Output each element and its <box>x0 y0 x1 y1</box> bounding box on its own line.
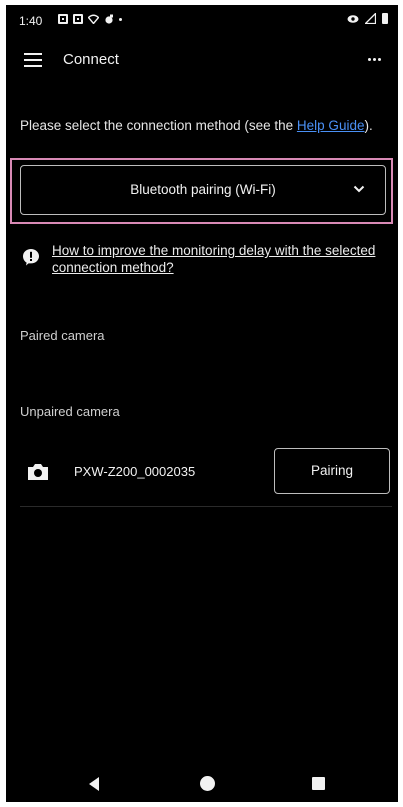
app-bar: Connect <box>6 39 398 83</box>
list-divider <box>20 506 392 507</box>
phone-screen: 1:40 Connect Please select the connectio… <box>6 5 398 802</box>
chevron-down-icon <box>353 185 365 193</box>
eye-icon <box>347 14 359 23</box>
system-navigation-bar <box>6 768 398 802</box>
unpaired-camera-heading: Unpaired camera <box>20 404 120 419</box>
notification-icons <box>58 14 122 24</box>
hamburger-menu-icon[interactable] <box>24 53 42 67</box>
recents-square-icon[interactable] <box>312 777 325 790</box>
page-title: Connect <box>63 51 119 68</box>
status-time: 1:40 <box>19 14 43 28</box>
system-status-icons <box>347 13 388 24</box>
connection-method-value: Bluetooth pairing (Wi-Fi) <box>130 182 276 197</box>
monitoring-delay-help-link[interactable]: How to improve the monitoring delay with… <box>52 242 382 276</box>
info-icon <box>23 249 39 266</box>
instruction-text-suffix: ). <box>364 118 373 133</box>
list-item: PXW-Z200_0002035 Pairing <box>6 445 398 505</box>
pairing-button[interactable]: Pairing <box>274 448 390 494</box>
battery-icon <box>382 13 388 24</box>
more-options-icon[interactable] <box>362 49 386 69</box>
back-triangle-icon[interactable] <box>87 776 101 792</box>
app-notification-icon <box>105 14 113 24</box>
notification-icon <box>58 14 68 24</box>
instruction-text-body: Please select the connection method (see… <box>20 118 297 133</box>
camera-name: PXW-Z200_0002035 <box>74 464 196 479</box>
signal-icon <box>365 13 376 24</box>
help-guide-link[interactable]: Help Guide <box>297 118 365 133</box>
instruction-text: Please select the connection method (see… <box>20 117 380 135</box>
camera-icon <box>28 464 48 480</box>
status-bar: 1:40 <box>6 5 398 35</box>
more-notifications-dot <box>119 17 122 21</box>
home-circle-icon[interactable] <box>200 776 215 791</box>
paired-camera-heading: Paired camera <box>20 328 105 343</box>
wifi-status-icon <box>88 14 99 24</box>
notification-icon <box>73 14 83 24</box>
connection-method-dropdown[interactable]: Bluetooth pairing (Wi-Fi) <box>20 165 386 215</box>
